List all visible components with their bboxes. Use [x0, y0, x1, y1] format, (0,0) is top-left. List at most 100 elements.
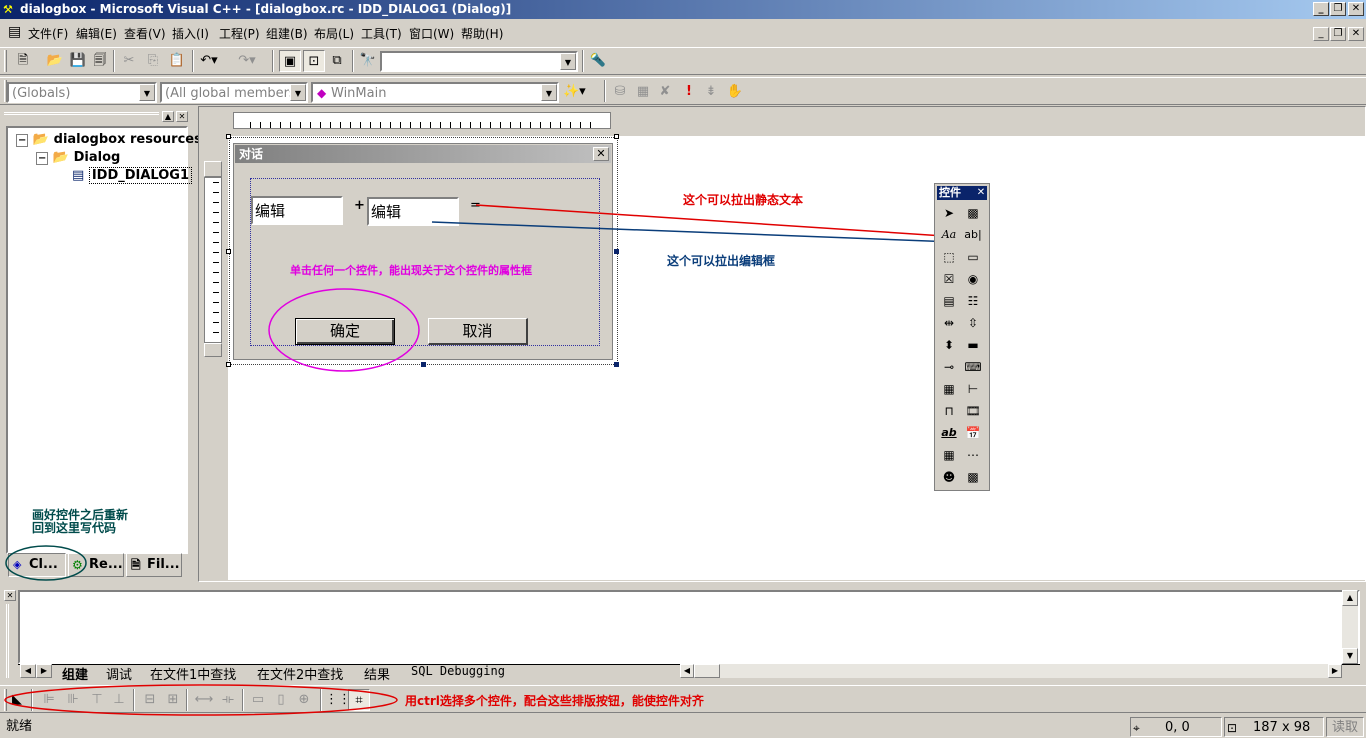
- check-box-icon[interactable]: ☒: [939, 269, 959, 289]
- wizard-wand-icon[interactable]: ✨▾: [563, 81, 586, 103]
- build-icon[interactable]: ▦: [632, 81, 654, 103]
- plus-label[interactable]: +: [354, 198, 365, 213]
- maximize-button[interactable]: ❐: [1330, 2, 1346, 16]
- window-list-icon[interactable]: ⧉: [326, 50, 348, 72]
- menu-file[interactable]: 文件(F): [28, 25, 68, 42]
- globals-combo[interactable]: (Globals) ▼: [7, 82, 157, 103]
- output-toggle-icon[interactable]: ⊡: [303, 50, 325, 72]
- resize-handle[interactable]: [226, 362, 231, 367]
- chevron-down-icon[interactable]: ▼: [290, 84, 306, 101]
- edit-box-1[interactable]: 编辑: [251, 196, 343, 225]
- group-box-icon[interactable]: ⬚: [939, 247, 959, 267]
- find-combo[interactable]: ▼: [380, 51, 578, 72]
- menu-view[interactable]: 查看(V): [124, 25, 166, 42]
- radio-button-icon[interactable]: ◉: [963, 269, 983, 289]
- output-tab-sql-debugging[interactable]: SQL Debugging: [411, 664, 505, 678]
- menu-layout[interactable]: 布局(L): [314, 25, 354, 42]
- menu-tools[interactable]: 工具(T): [361, 25, 402, 42]
- go-icon[interactable]: ⇟: [700, 81, 722, 103]
- edit-box-icon[interactable]: ab|: [963, 225, 983, 245]
- resize-handle[interactable]: [614, 134, 619, 139]
- hotkey-icon[interactable]: ⌨: [963, 357, 983, 377]
- mdi-close-button[interactable]: ✕: [1348, 27, 1364, 41]
- output-tab-find1[interactable]: 在文件1中查找: [150, 664, 236, 683]
- scroll-down-button[interactable]: ▼: [1342, 648, 1358, 664]
- collapse-box-icon[interactable]: −: [16, 134, 29, 147]
- function-combo[interactable]: ◆ WinMain ▼: [311, 82, 559, 103]
- menu-project[interactable]: 工程(P): [219, 25, 260, 42]
- tab-fileview[interactable]: 🗎 Fil...: [126, 553, 182, 577]
- find-icon[interactable]: 🔦: [587, 50, 609, 72]
- compile-icon[interactable]: ⛁: [609, 81, 631, 103]
- menu-help[interactable]: 帮助(H): [461, 25, 503, 42]
- open-folder-icon[interactable]: 📂: [44, 50, 66, 72]
- tab-control-icon[interactable]: ⊓: [939, 401, 959, 421]
- paste-icon[interactable]: 📋: [166, 50, 188, 72]
- chevron-down-icon[interactable]: ▼: [139, 84, 155, 101]
- collapse-box-icon[interactable]: −: [36, 152, 49, 165]
- breakpoint-hand-icon[interactable]: ✋: [724, 81, 746, 103]
- resize-handle[interactable]: [226, 134, 231, 139]
- save-icon[interactable]: 💾: [67, 50, 89, 72]
- resize-handle[interactable]: [614, 362, 619, 367]
- close-button[interactable]: ✕: [1348, 2, 1364, 16]
- chevron-down-icon[interactable]: ▼: [541, 84, 557, 101]
- tree-root[interactable]: − 📂 dialogbox resources: [16, 132, 202, 147]
- spin-icon[interactable]: ⬍: [939, 335, 959, 355]
- hscroll-left-button[interactable]: ◀: [680, 664, 694, 678]
- mdi-restore-button[interactable]: ❐: [1330, 27, 1346, 41]
- picture-icon[interactable]: ▩: [963, 203, 983, 223]
- vertical-scrollbar-icon[interactable]: ⇳: [963, 313, 983, 333]
- list-control-icon[interactable]: ▦: [939, 379, 959, 399]
- date-time-picker-icon[interactable]: 📅: [963, 423, 983, 443]
- equals-label[interactable]: =: [470, 198, 481, 213]
- minimize-button[interactable]: _: [1313, 2, 1329, 16]
- menu-edit[interactable]: 编辑(E): [76, 25, 117, 42]
- resize-handle[interactable]: [226, 249, 231, 254]
- menu-build[interactable]: 组建(B): [266, 25, 308, 42]
- hscroll-right-button[interactable]: ▶: [1328, 664, 1342, 678]
- find-in-files-icon[interactable]: 🔭: [357, 50, 379, 72]
- cut-icon[interactable]: ✂: [118, 50, 140, 72]
- dialog-close-button[interactable]: ✕: [593, 147, 609, 161]
- tree-folder[interactable]: − 📂 Dialog: [36, 150, 120, 165]
- animate-icon[interactable]: 🎞: [963, 401, 983, 421]
- workspace-close-button[interactable]: ✕: [176, 111, 188, 122]
- tab-scroll-right-button[interactable]: ▶: [36, 664, 52, 678]
- redo-icon[interactable]: ↷▾: [236, 50, 258, 72]
- members-combo[interactable]: (All global members ▼: [160, 82, 308, 103]
- extended-combo-icon[interactable]: ▩: [963, 467, 983, 487]
- ip-address-icon[interactable]: ⋯: [963, 445, 983, 465]
- static-text-icon[interactable]: Aa: [939, 225, 959, 245]
- output-hscroll[interactable]: ◀ ▶: [680, 664, 1342, 678]
- output-close-button[interactable]: ✕: [4, 590, 16, 601]
- horizontal-scrollbar-icon[interactable]: ⇹: [939, 313, 959, 333]
- slider-icon[interactable]: ⊸: [939, 357, 959, 377]
- tab-scroll-left-button[interactable]: ◀: [20, 664, 36, 678]
- stop-build-icon[interactable]: ✘: [654, 81, 676, 103]
- workspace-maximize-button[interactable]: ▲: [162, 111, 174, 122]
- palette-close-button[interactable]: ✕: [975, 186, 987, 200]
- undo-icon[interactable]: ↶▾: [198, 50, 220, 72]
- tree-control-icon[interactable]: ⊢: [963, 379, 983, 399]
- save-all-icon[interactable]: 🗐: [89, 50, 111, 72]
- menu-insert[interactable]: 插入(I): [172, 25, 209, 42]
- custom-control-icon[interactable]: ☻: [939, 467, 959, 487]
- output-tab-build[interactable]: 组建: [62, 664, 88, 683]
- output-tab-find2[interactable]: 在文件2中查找: [257, 664, 343, 683]
- hscroll-thumb[interactable]: [694, 664, 720, 678]
- rich-edit-icon[interactable]: ab: [939, 423, 959, 443]
- resize-handle[interactable]: [614, 249, 619, 254]
- edit-box-2[interactable]: 编辑: [367, 197, 459, 226]
- progress-icon[interactable]: ▬: [963, 335, 983, 355]
- execute-icon[interactable]: !: [678, 81, 700, 103]
- chevron-down-icon[interactable]: ▼: [560, 53, 576, 70]
- combo-box-icon[interactable]: ▤: [939, 291, 959, 311]
- month-calendar-icon[interactable]: ▦: [939, 445, 959, 465]
- cancel-button[interactable]: 取消: [428, 318, 528, 345]
- output-scrollbar[interactable]: ▲ ▼: [1342, 590, 1358, 664]
- copy-icon[interactable]: ⎘: [142, 50, 164, 72]
- new-file-icon[interactable]: 🗎: [12, 50, 34, 72]
- output-tab-results[interactable]: 结果: [364, 664, 390, 683]
- mdi-minimize-button[interactable]: _: [1313, 27, 1329, 41]
